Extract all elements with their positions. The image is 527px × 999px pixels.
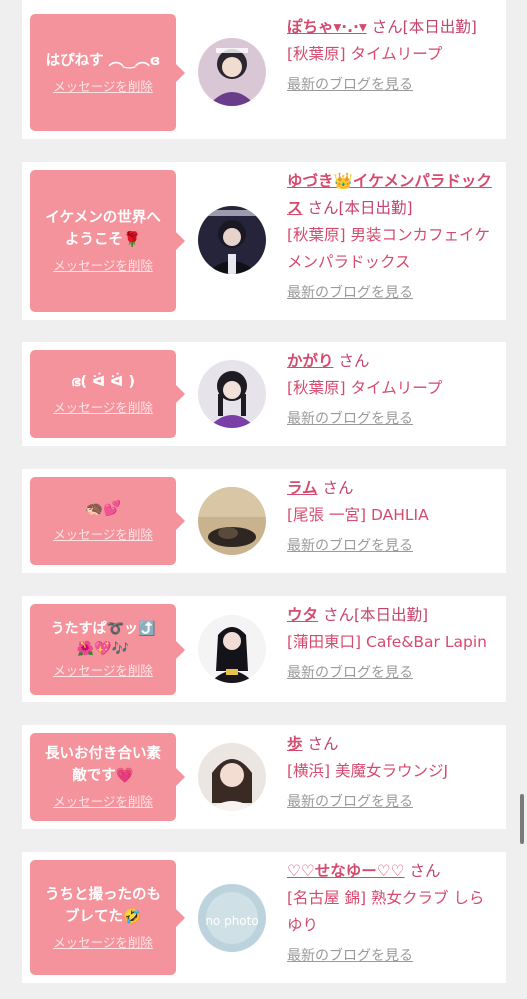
message-text: イケメンの世界へ ようこそ🌹 — [45, 210, 161, 248]
latest-blog-link[interactable]: 最新のブログを見る — [287, 943, 413, 970]
cast-suffix: さん[本日出勤] — [371, 18, 477, 36]
cast-suffix: さん[本日出勤] — [322, 606, 429, 624]
message-text: うちと撮ったのも ブレてた🤣 — [45, 886, 161, 925]
cast-name-link[interactable]: ウタ — [287, 606, 318, 624]
latest-blog-link[interactable]: 最新のブログを見る — [287, 660, 413, 687]
list-item: ഭ( ᐛ ᐛ ) メッセージを削除 かがり さん [秋葉原] タイムリープ 最新… — [22, 342, 506, 446]
delete-message-link[interactable]: メッセージを削除 — [53, 526, 153, 544]
shop-label: [横浜] 美魔女ラウンジJ — [287, 762, 449, 780]
cast-suffix: さん — [409, 862, 441, 880]
shop-label: [秋葉原] 男装コンカフェイケメンパラドックス — [287, 226, 491, 271]
list-item: うたすぱ➰ッ⤴️ 🌺💖🎶 メッセージを削除 ウタ さん[本日出勤] [蒲田東口]… — [22, 596, 506, 702]
cast-name-link[interactable]: ラム — [287, 479, 318, 497]
shop-label: [秋葉原] タイムリープ — [287, 45, 443, 63]
avatar[interactable] — [198, 206, 266, 274]
cast-info: 歩 さん [横浜] 美魔女ラウンジJ 最新のブログを見る — [287, 731, 499, 816]
latest-blog-link[interactable]: 最新のブログを見る — [287, 72, 413, 99]
cast-name-link[interactable]: ぽちゃ▾·.·▾ — [287, 18, 367, 36]
cast-name-link[interactable]: 歩 — [287, 735, 303, 753]
cast-info: ぽちゃ▾·.·▾ さん[本日出勤] [秋葉原] タイムリープ 最新のブログを見る — [287, 14, 499, 99]
message-bubble: はぴねす ︵‿︵ɞ メッセージを削除 — [30, 14, 185, 131]
message-text: うたすぱ➰ッ⤴️ 🌺💖🎶 — [50, 621, 156, 657]
cast-info: ♡♡せなゆー♡♡ さん [名古屋 錦] 熟女クラブ しらゆり 最新のブログを見る — [287, 858, 499, 970]
avatar[interactable] — [198, 487, 266, 555]
delete-message-link[interactable]: メッセージを削除 — [53, 399, 153, 417]
list-item: イケメンの世界へ ようこそ🌹 メッセージを削除 ゆづき👑イケメンパラドックス さ… — [22, 162, 506, 320]
delete-message-link[interactable]: メッセージを削除 — [53, 257, 153, 275]
scrollbar[interactable] — [520, 794, 524, 844]
list-item: はぴねす ︵‿︵ɞ メッセージを削除 ぽちゃ▾·.·▾ さん[本日出勤] [秋葉… — [22, 0, 506, 139]
list-item: 長いお付き合い素 敵です💗 メッセージを削除 歩 さん [横浜] 美魔女ラウンジ… — [22, 725, 506, 829]
shop-label: [尾張 一宮] DAHLIA — [287, 506, 429, 524]
cast-info: ラム さん [尾張 一宮] DAHLIA 最新のブログを見る — [287, 475, 499, 560]
latest-blog-link[interactable]: 最新のブログを見る — [287, 280, 413, 307]
cast-name-link[interactable]: かがり — [287, 352, 334, 370]
list-item: うちと撮ったのも ブレてた🤣 メッセージを削除 no photo ♡♡せなゆー♡… — [22, 852, 506, 983]
cast-suffix: さん — [338, 352, 370, 370]
avatar[interactable] — [198, 38, 266, 106]
delete-message-link[interactable]: メッセージを削除 — [53, 662, 153, 680]
avatar[interactable]: no photo — [198, 884, 266, 952]
message-bubble: 🦔💕 メッセージを削除 — [30, 477, 185, 565]
shop-label: [名古屋 錦] 熟女クラブ しらゆり — [287, 889, 485, 934]
shop-label: [蒲田東口] Cafe&Bar Lapin — [287, 633, 487, 651]
message-text: 🦔💕 — [84, 501, 122, 517]
message-bubble: ഭ( ᐛ ᐛ ) メッセージを削除 — [30, 350, 185, 438]
cast-suffix: さん — [307, 735, 339, 753]
shop-label: [秋葉原] タイムリープ — [287, 379, 443, 397]
delete-message-link[interactable]: メッセージを削除 — [53, 78, 153, 96]
cast-info: ゆづき👑イケメンパラドックス さん[本日出勤] [秋葉原] 男装コンカフェイケメ… — [287, 168, 499, 307]
message-text: はぴねす ︵‿︵ɞ — [45, 52, 161, 69]
cast-info: かがり さん [秋葉原] タイムリープ 最新のブログを見る — [287, 348, 499, 433]
avatar[interactable] — [198, 615, 266, 683]
message-bubble: イケメンの世界へ ようこそ🌹 メッセージを削除 — [30, 170, 185, 312]
latest-blog-link[interactable]: 最新のブログを見る — [287, 789, 413, 816]
delete-message-link[interactable]: メッセージを削除 — [53, 793, 153, 811]
message-text: 長いお付き合い素 敵です💗 — [45, 746, 161, 784]
cast-suffix: さん — [322, 479, 354, 497]
avatar[interactable] — [198, 360, 266, 428]
message-bubble: 長いお付き合い素 敵です💗 メッセージを削除 — [30, 733, 185, 821]
no-photo-text: no photo — [205, 914, 258, 928]
cast-suffix: さん[本日出勤] — [307, 199, 413, 217]
message-bubble: うたすぱ➰ッ⤴️ 🌺💖🎶 メッセージを削除 — [30, 604, 185, 695]
avatar[interactable] — [198, 743, 266, 811]
latest-blog-link[interactable]: 最新のブログを見る — [287, 533, 413, 560]
list-item: 🦔💕 メッセージを削除 ラム さん [尾張 一宮] DAHLIA 最新のブログを… — [22, 469, 506, 573]
cast-name-link[interactable]: ♡♡せなゆー♡♡ — [287, 862, 405, 880]
message-text: ഭ( ᐛ ᐛ ) — [71, 374, 135, 390]
cast-info: ウタ さん[本日出勤] [蒲田東口] Cafe&Bar Lapin 最新のブログ… — [287, 602, 507, 687]
message-bubble: うちと撮ったのも ブレてた🤣 メッセージを削除 — [30, 860, 185, 975]
delete-message-link[interactable]: メッセージを削除 — [53, 934, 153, 952]
latest-blog-link[interactable]: 最新のブログを見る — [287, 406, 413, 433]
